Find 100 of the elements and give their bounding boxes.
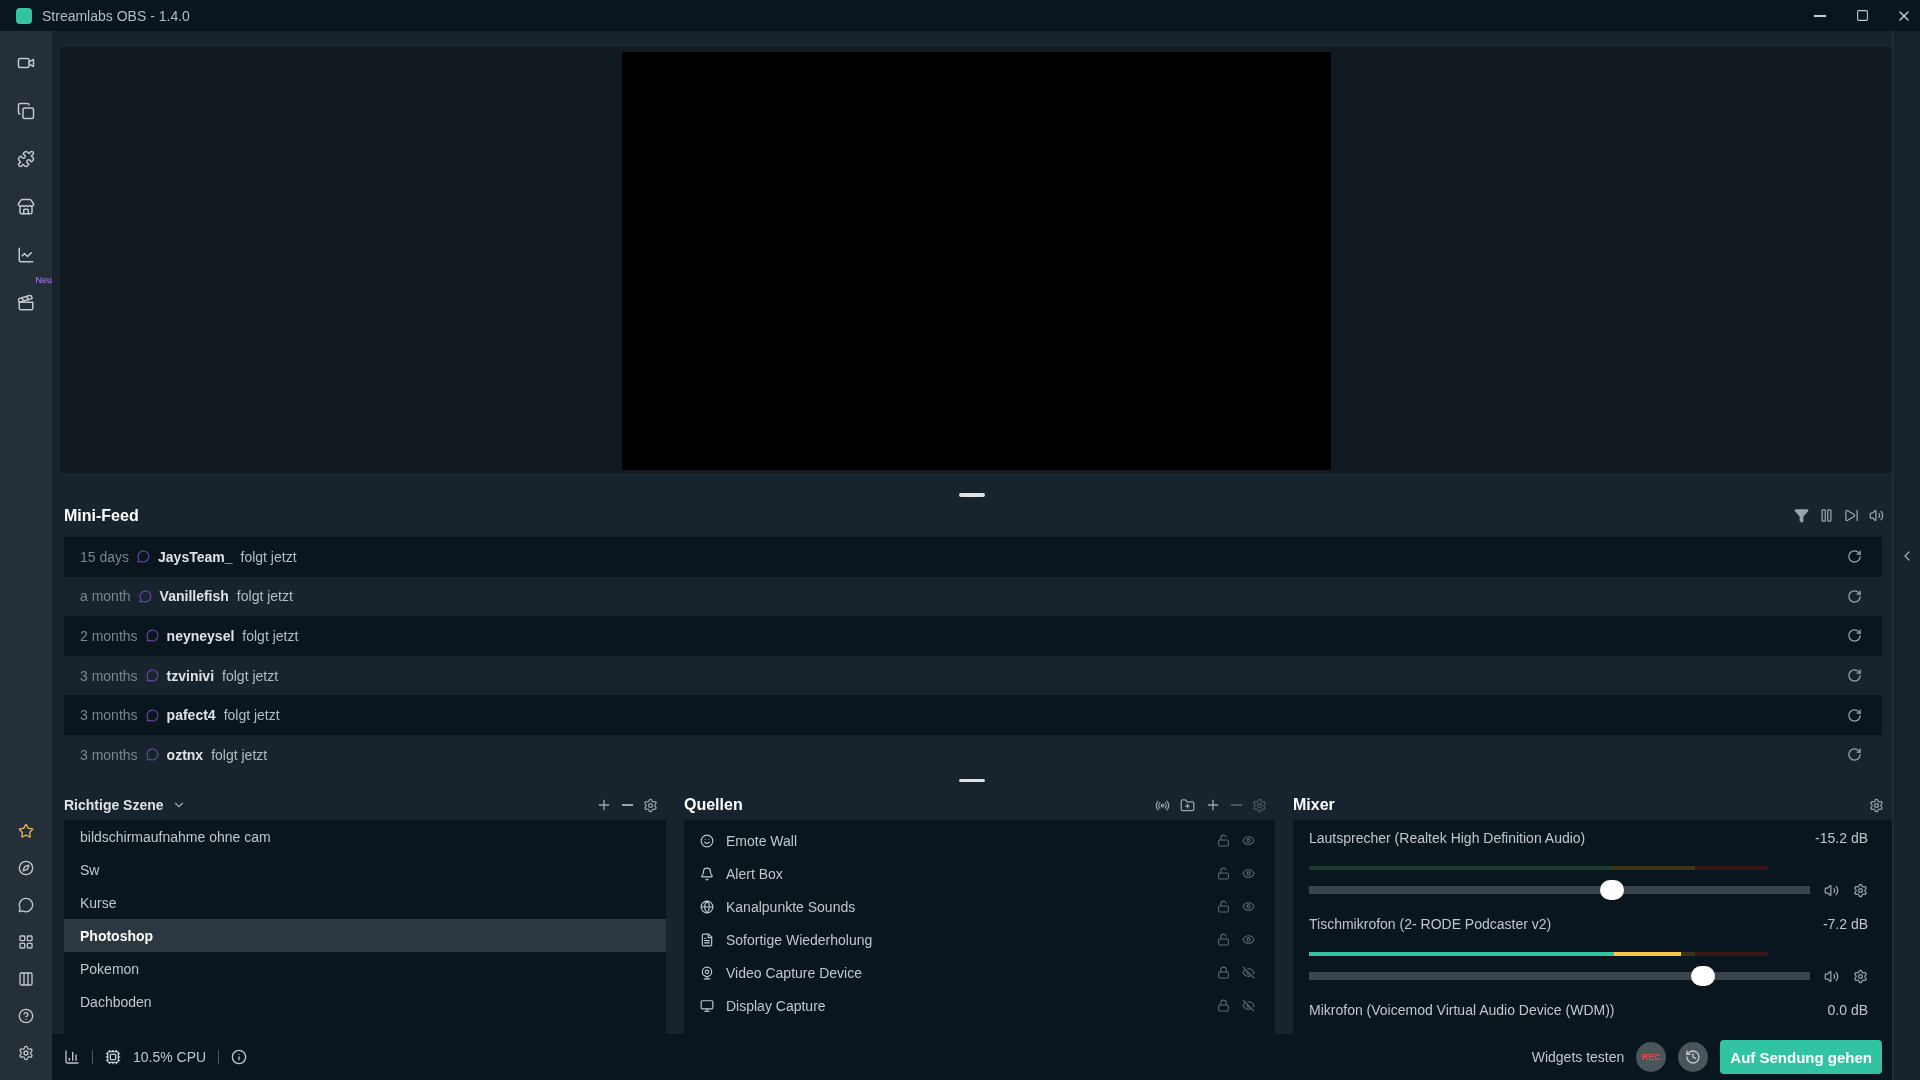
replay-icon (1685, 1049, 1702, 1066)
repeat-button[interactable] (1847, 628, 1862, 644)
scene-item[interactable]: Photoshop (64, 919, 666, 953)
scene-item[interactable]: Sw (64, 853, 666, 887)
slider-thumb[interactable] (1600, 880, 1624, 901)
event-text: folgt jetzt (240, 548, 297, 565)
speaker-icon (1824, 968, 1839, 984)
eye-icon (1242, 867, 1255, 881)
clapperboard-icon (17, 294, 35, 312)
lock-button[interactable] (1217, 900, 1230, 914)
repeat-button[interactable] (1847, 707, 1862, 723)
folder-plus-icon (1180, 797, 1195, 813)
repeat-button[interactable] (1847, 549, 1862, 565)
lock-icon (1217, 999, 1230, 1013)
grid-icon (18, 934, 34, 950)
eye-off-icon (1242, 966, 1255, 980)
scene-item[interactable]: Dachboden (64, 985, 666, 1019)
pause-button[interactable] (1819, 508, 1834, 524)
remove-button[interactable] (622, 804, 633, 807)
settings-button[interactable] (1853, 882, 1868, 898)
channel-name: Tischmikrofon (2- RODE Podcaster v2) (1309, 916, 1552, 933)
visibility-button[interactable] (1242, 900, 1255, 914)
event-time: a month (80, 588, 131, 605)
mute-button[interactable] (1824, 882, 1839, 898)
unlocked-icon (1217, 933, 1230, 947)
lock-button[interactable] (1217, 867, 1230, 881)
add-folder-button[interactable] (1180, 797, 1195, 813)
copy-icon (17, 102, 35, 120)
store-icon (17, 198, 35, 216)
cpu-icon (105, 1049, 121, 1066)
info-icon[interactable] (231, 1049, 248, 1066)
skip-button[interactable] (1844, 508, 1859, 524)
settings-button[interactable] (1869, 797, 1884, 813)
repeat-icon (1847, 588, 1862, 604)
source-name: Video Capture Device (726, 964, 863, 981)
source-row[interactable]: Display Capture (684, 989, 1275, 1023)
bell-icon (700, 866, 714, 881)
source-row[interactable]: Kanalpunkte Sounds (684, 890, 1275, 924)
event-text: folgt jetzt (223, 707, 280, 724)
chat-bubble-icon (137, 550, 151, 564)
compass-icon (18, 860, 34, 876)
source-row[interactable]: Video Capture Device (684, 956, 1275, 990)
scene-item[interactable]: Kurse (64, 886, 666, 920)
lock-button[interactable] (1217, 999, 1230, 1013)
settings-icon (1252, 797, 1267, 813)
event-text: folgt jetzt (236, 588, 293, 605)
lock-button[interactable] (1217, 834, 1230, 848)
repeat-button[interactable] (1847, 588, 1862, 604)
repeat-button[interactable] (1847, 668, 1862, 684)
follower-name: JaysTeam_ (158, 548, 233, 565)
webcam-icon (700, 965, 714, 980)
event-time: 3 months (80, 746, 138, 763)
filter-button[interactable] (1794, 508, 1809, 524)
bar-chart-icon[interactable] (64, 1049, 80, 1066)
repeat-button[interactable] (1847, 747, 1862, 763)
lock-button[interactable] (1217, 933, 1230, 947)
source-row[interactable]: Emote Wall (684, 824, 1275, 858)
settings-icon (1869, 797, 1884, 813)
replay-button[interactable] (1678, 1042, 1709, 1073)
settings-button[interactable] (643, 797, 658, 813)
test-widgets-link[interactable]: Widgets testen (1531, 1049, 1625, 1066)
help-icon (18, 1008, 34, 1024)
filter-icon (1794, 508, 1809, 524)
mute-button[interactable] (1824, 968, 1839, 984)
puzzle-icon (17, 150, 35, 168)
visibility-button[interactable] (1242, 999, 1255, 1013)
resize-handle[interactable] (959, 778, 985, 783)
eye-off-icon (1242, 999, 1255, 1013)
visibility-button[interactable] (1242, 867, 1255, 881)
visibility-button[interactable] (1242, 966, 1255, 980)
resize-handle[interactable] (959, 493, 985, 497)
source-name: Kanalpunkte Sounds (726, 898, 857, 915)
volume-button[interactable] (1869, 508, 1884, 524)
event-time: 3 months (80, 707, 138, 724)
new-label: Neu (35, 275, 52, 285)
event-text: folgt jetzt (211, 746, 268, 763)
slider-thumb[interactable] (1690, 966, 1715, 987)
event-time: 2 months (80, 627, 138, 644)
scene-item[interactable]: bildschirmaufnahme ohne cam (64, 820, 666, 854)
visibility-button[interactable] (1242, 834, 1255, 848)
repeat-icon (1847, 668, 1862, 684)
repeat-icon (1847, 707, 1862, 723)
visibility-button[interactable] (1242, 933, 1255, 947)
source-name: Sofortige Wiederholung (726, 931, 874, 948)
source-row[interactable]: Sofortige Wiederholung (684, 923, 1275, 957)
follower-name: pafect4 (166, 707, 216, 724)
scene-item[interactable]: Pokemon (64, 952, 666, 986)
lock-icon (1217, 966, 1230, 980)
settings-button[interactable] (1853, 968, 1868, 984)
monitor-icon (700, 998, 714, 1013)
scene-collection-title[interactable]: Richtige Szene (64, 797, 164, 814)
unlocked-icon (1217, 867, 1230, 881)
skip-icon (1844, 508, 1859, 524)
channel-name: Mikrofon (Voicemod Virtual Audio Device (WDM)) (1309, 1002, 1615, 1019)
minus-icon (622, 804, 633, 807)
panel-title: Mixer (1293, 796, 1336, 815)
lock-button[interactable] (1217, 966, 1230, 980)
source-row[interactable]: Alert Box (684, 857, 1275, 891)
columns-icon (18, 971, 34, 987)
repeat-icon (1847, 549, 1862, 565)
